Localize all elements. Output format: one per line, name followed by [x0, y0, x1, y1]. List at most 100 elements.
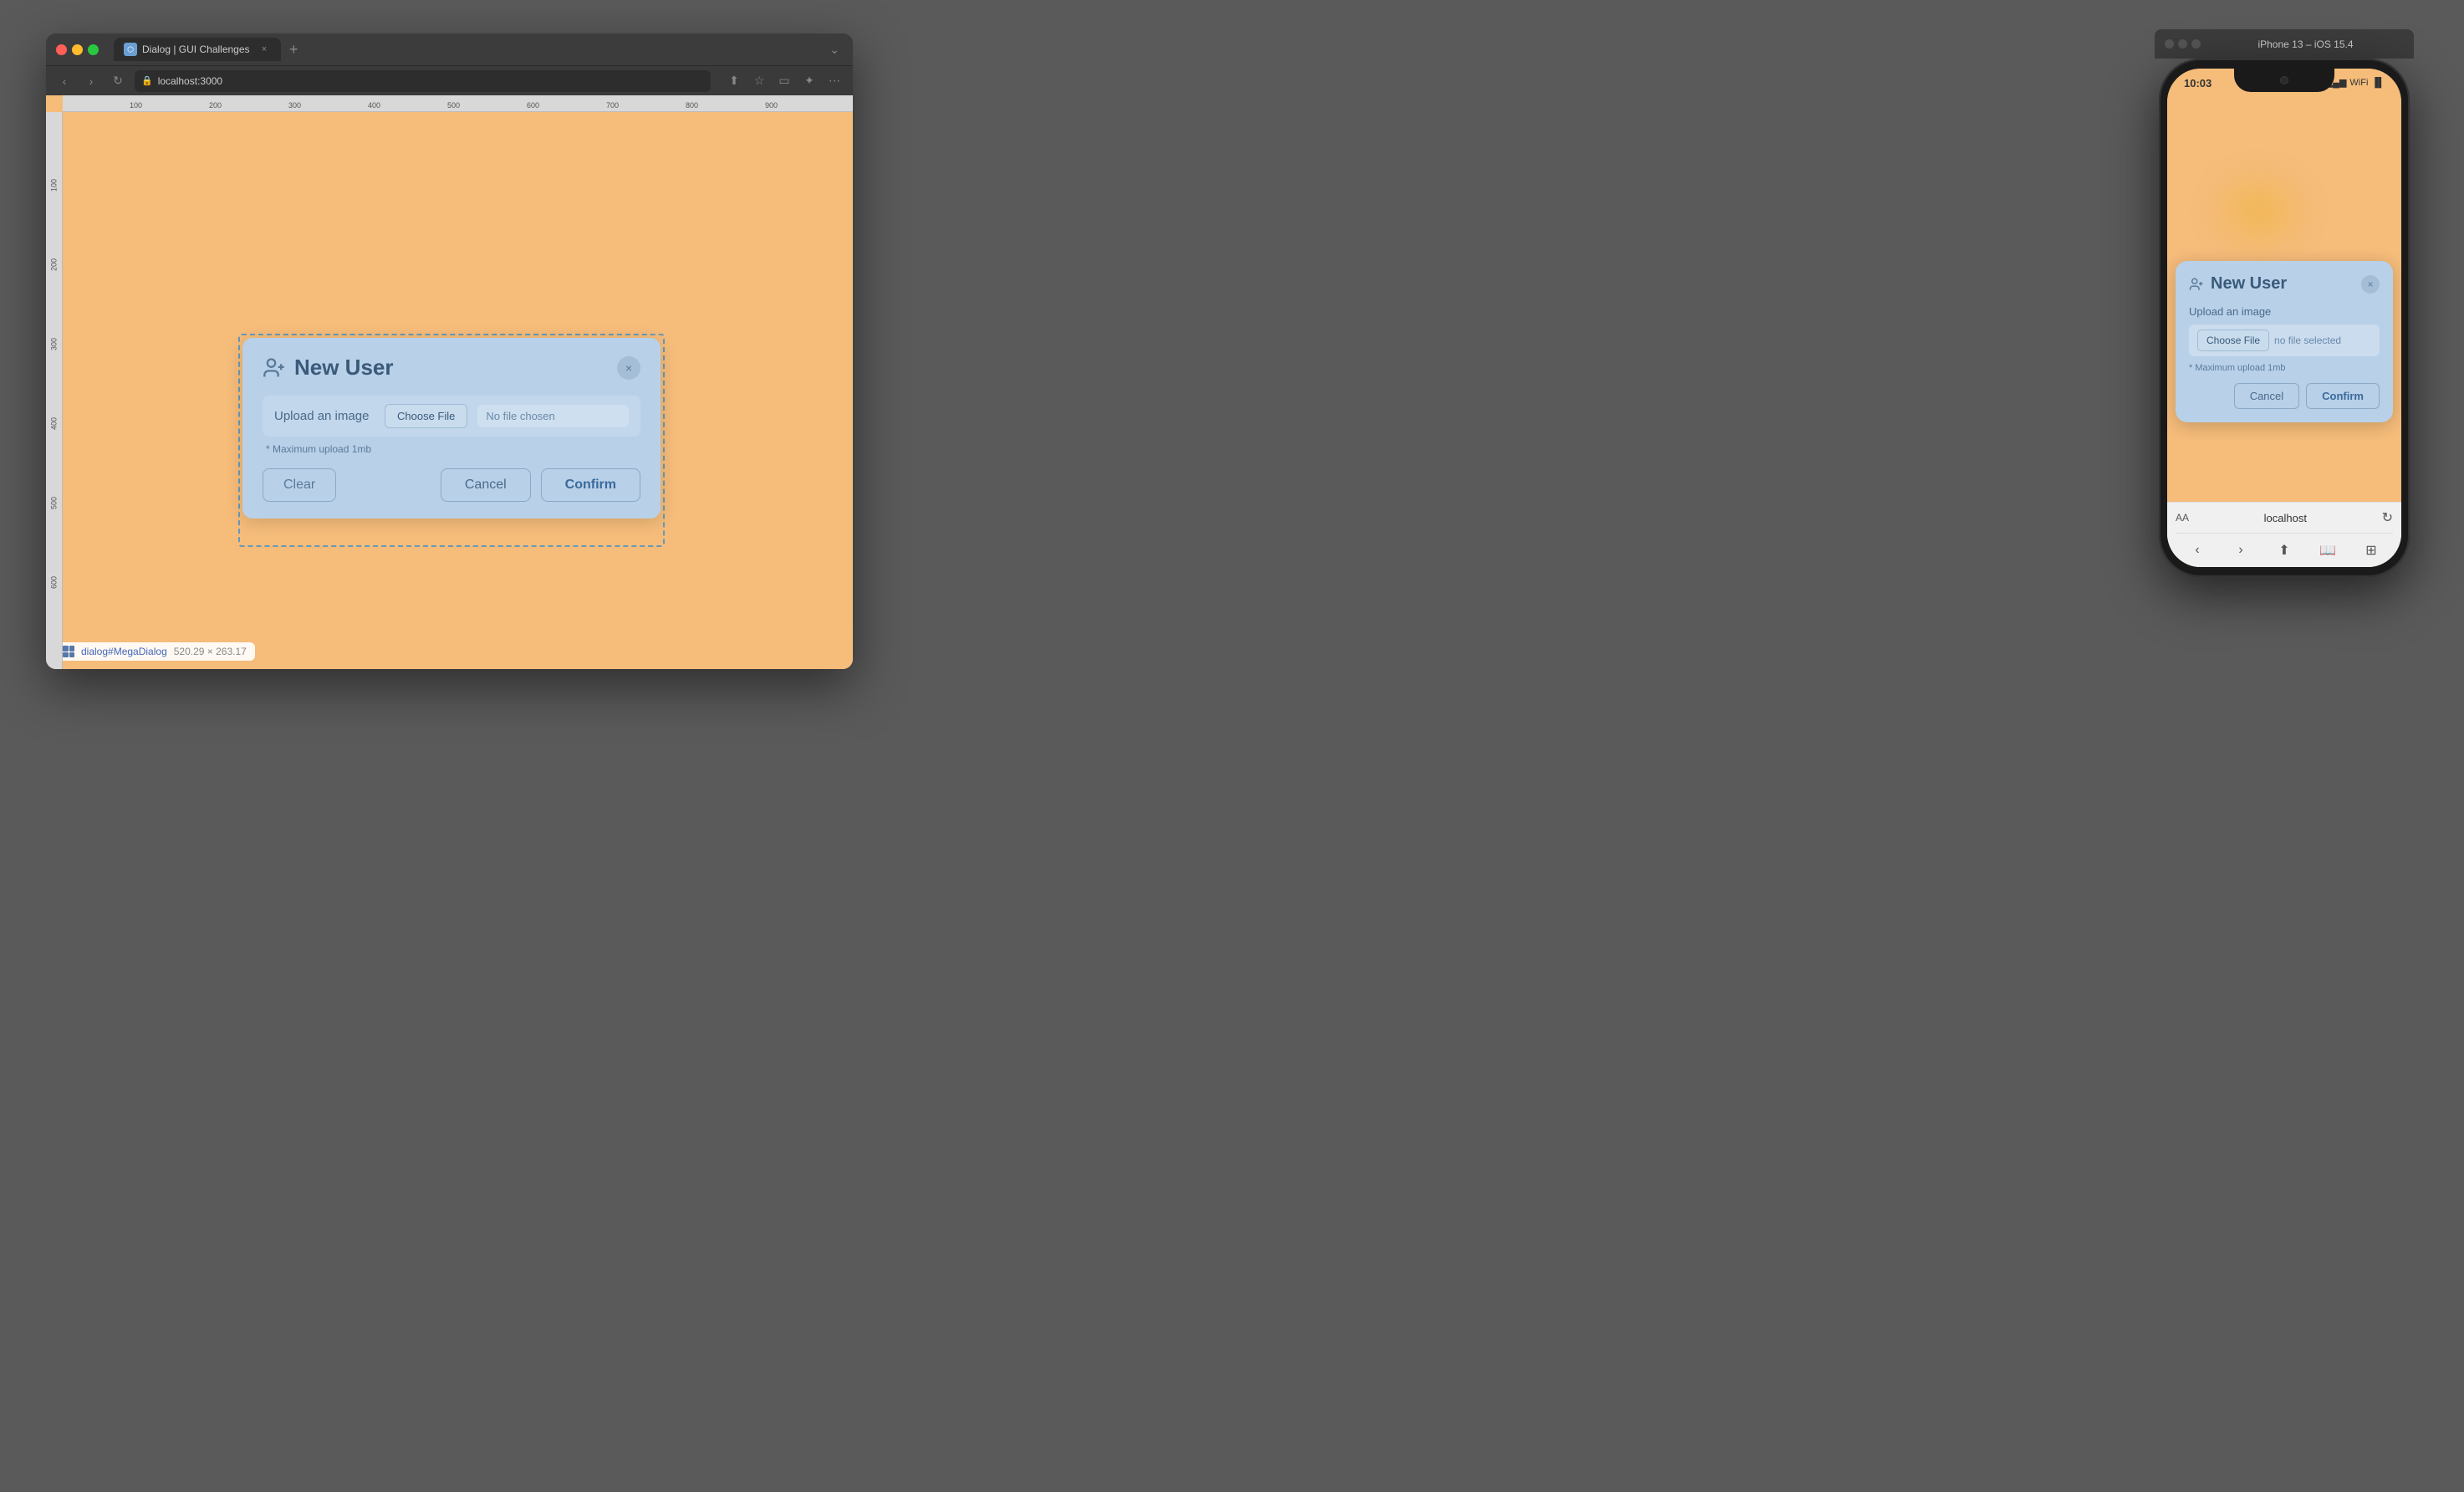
mobile-file-row: Choose File no file selected	[2189, 324, 2380, 356]
iphone-titlebar: iPhone 13 – iOS 15.4	[2155, 29, 2414, 59]
ruler-mark-800: 800	[686, 101, 698, 110]
mobile-cancel-button[interactable]: Cancel	[2234, 383, 2299, 409]
iphone-forward-button[interactable]: ›	[2231, 540, 2251, 560]
tab-favicon: ⬡	[124, 43, 137, 56]
iphone-address-text: localhost	[2196, 512, 2375, 524]
share-button[interactable]: ⬆	[724, 71, 744, 91]
grid-cell	[63, 652, 69, 658]
ruler-mark-200v: 200	[50, 258, 59, 271]
browser-content: 100 200 300 400 500 600 700 800 900 100 …	[46, 95, 853, 669]
iphone-close-button[interactable]	[2165, 39, 2174, 49]
clear-button[interactable]: Clear	[263, 468, 336, 502]
iphone-minimize-button[interactable]	[2178, 39, 2187, 49]
upload-label: Upload an image	[274, 409, 375, 423]
iphone-aa-label[interactable]: AA	[2176, 512, 2189, 524]
refresh-icon: ↻	[113, 74, 123, 88]
browser-window: ⬡ Dialog | GUI Challenges × + ⌄ ‹ › ↻ 🔒 …	[46, 33, 853, 669]
status-bar: dialog#MegaDialog 520.29 × 263.17	[54, 642, 255, 661]
cancel-button[interactable]: Cancel	[441, 468, 531, 502]
dialog-close-button[interactable]: ×	[617, 356, 640, 380]
iphone-address-bar[interactable]: AA localhost ↻	[2176, 503, 2393, 534]
ruler-mark-600v: 600	[50, 576, 59, 589]
bookmark-icon: ☆	[754, 74, 765, 88]
tab-dropdown-button[interactable]: ⌄	[826, 39, 843, 60]
ruler-mark-200: 200	[209, 101, 222, 110]
traffic-lights	[56, 44, 99, 55]
browser-titlebar: ⬡ Dialog | GUI Challenges × + ⌄	[46, 33, 853, 65]
ruler-mark-400: 400	[368, 101, 380, 110]
toolbar-icons: ⬆ ☆ ▭ ✦ ⋯	[724, 71, 844, 91]
mobile-close-button[interactable]: ×	[2361, 275, 2380, 294]
iphone-blur-decoration	[2209, 169, 2309, 253]
choose-file-button[interactable]: Choose File	[385, 404, 467, 428]
ruler-mark-100v: 100	[50, 179, 59, 192]
fullscreen-window-button[interactable]	[88, 44, 99, 55]
lock-icon: 🔒	[141, 75, 153, 86]
dialog-title-group: New User	[263, 355, 394, 381]
iphone-fullscreen-button[interactable]	[2191, 39, 2201, 49]
upload-hint: * Maximum upload 1mb	[263, 443, 640, 455]
confirm-button[interactable]: Confirm	[541, 468, 640, 502]
mobile-dialog-actions: Cancel Confirm	[2189, 383, 2380, 409]
bookmark-button[interactable]: ☆	[749, 71, 769, 91]
ruler-mark-400v: 400	[50, 417, 59, 430]
mobile-dialog-title: New User	[2211, 274, 2287, 294]
mobile-confirm-button[interactable]: Confirm	[2306, 383, 2380, 409]
extensions-button[interactable]: ✦	[799, 71, 819, 91]
iphone-bookmarks-button[interactable]: 📖	[2318, 540, 2338, 560]
mobile-title-group: New User	[2189, 274, 2287, 294]
close-window-button[interactable]	[56, 44, 67, 55]
mobile-upload-hint: * Maximum upload 1mb	[2189, 363, 2380, 373]
ruler-mark-500v: 500	[50, 497, 59, 509]
browser-toolbar: ‹ › ↻ 🔒 localhost:3000 ⬆ ☆ ▭ ✦ ⋯	[46, 65, 853, 95]
iphone-bottom-bar: AA localhost ↻ ‹ › ⬆ 📖 ⊞	[2167, 502, 2401, 567]
forward-button[interactable]: ›	[81, 71, 101, 91]
dialog-title: New User	[294, 355, 394, 381]
new-tab-button[interactable]: +	[284, 41, 304, 59]
iphone-nav-bar: ‹ › ⬆ 📖 ⊞	[2176, 534, 2393, 567]
back-button[interactable]: ‹	[54, 71, 74, 91]
back-icon: ‹	[63, 74, 67, 88]
upload-row: Upload an image Choose File No file chos…	[263, 396, 640, 437]
address-bar[interactable]: 🔒 localhost:3000	[135, 70, 711, 92]
grid-icon	[63, 646, 74, 657]
iphone-home-indicator	[2242, 567, 2326, 570]
mobile-choose-file-button[interactable]: Choose File	[2197, 330, 2269, 351]
ruler-mark-600: 600	[527, 101, 539, 110]
more-button[interactable]: ⋯	[824, 71, 844, 91]
ruler-mark-500: 500	[447, 101, 460, 110]
ruler-mark-700: 700	[606, 101, 619, 110]
iphone-status-icons: ▂▄▆ WiFi ▐▌	[2326, 77, 2385, 88]
battery-icon: ▐▌	[2371, 78, 2385, 88]
iphone-device: 10:03 ▂▄▆ WiFi ▐▌	[2159, 59, 2410, 577]
iphone-share-button[interactable]: ⬆	[2274, 540, 2294, 560]
refresh-button[interactable]: ↻	[108, 71, 128, 91]
notch-camera	[2280, 76, 2288, 84]
iphone-back-button[interactable]: ‹	[2187, 540, 2207, 560]
sidebar-button[interactable]: ▭	[774, 71, 794, 91]
canvas-area: New User × Upload an image Choose File N…	[63, 112, 853, 669]
no-file-text: No file chosen	[477, 405, 629, 427]
share-icon: ⬆	[729, 74, 739, 88]
extensions-icon: ✦	[804, 74, 814, 88]
main-dialog: New User × Upload an image Choose File N…	[242, 338, 661, 519]
tab-close-button[interactable]: ×	[258, 43, 271, 56]
ruler-mark-900: 900	[765, 101, 778, 110]
iphone-screen: 10:03 ▂▄▆ WiFi ▐▌	[2167, 69, 2401, 567]
iphone-refresh-icon[interactable]: ↻	[2382, 509, 2393, 526]
ruler-mark-100: 100	[130, 101, 142, 110]
mobile-dialog: New User × Upload an image Choose File n…	[2176, 261, 2393, 422]
grid-cell	[63, 646, 69, 651]
ruler-mark-300v: 300	[50, 338, 59, 350]
browser-tab[interactable]: ⬡ Dialog | GUI Challenges ×	[114, 38, 281, 61]
iphone-window-title: iPhone 13 – iOS 15.4	[2207, 38, 2404, 50]
dialog-body: Upload an image Choose File No file chos…	[263, 396, 640, 455]
ruler-mark-300: 300	[288, 101, 301, 110]
ruler-top: 100 200 300 400 500 600 700 800 900	[63, 95, 853, 112]
mobile-dialog-header: New User ×	[2189, 274, 2380, 294]
iphone-time: 10:03	[2184, 77, 2211, 89]
iphone-tabs-button[interactable]: ⊞	[2361, 540, 2381, 560]
minimize-window-button[interactable]	[72, 44, 83, 55]
more-icon: ⋯	[829, 74, 840, 88]
ruler-left: 100 200 300 400 500 600	[46, 112, 63, 669]
